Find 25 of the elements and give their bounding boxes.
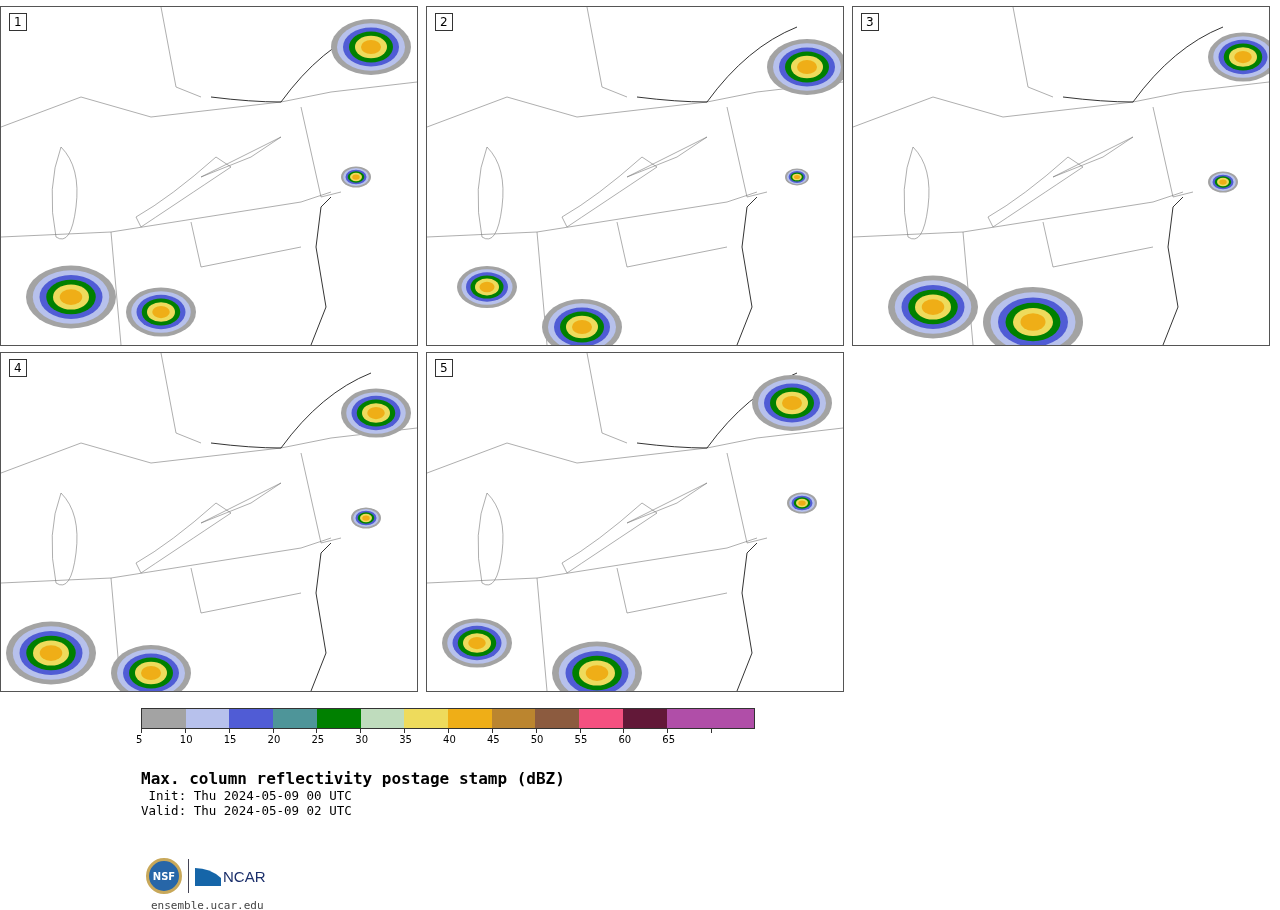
panel-number: 3 — [861, 13, 879, 31]
tick-label: 50 — [530, 734, 544, 745]
chart-title: Max. column reflectivity postage stamp (dBZ) — [141, 769, 566, 788]
panel-number: 1 — [9, 13, 27, 31]
swoosh-icon — [195, 866, 221, 886]
tick-label: 15 — [223, 734, 237, 745]
tick-label: 30 — [355, 734, 369, 745]
logo-wordmark: NCAR — [223, 867, 266, 885]
tick-label: 55 — [574, 734, 588, 745]
tick-label: 5 — [136, 734, 143, 745]
tick-label: 25 — [311, 734, 325, 745]
init-time: Init: Thu 2024-05-09 00 UTC — [147, 788, 353, 803]
tick-label: 45 — [486, 734, 500, 745]
tick-label: 20 — [267, 734, 281, 745]
seal-logo: NSF — [146, 858, 182, 894]
panel-number: 5 — [435, 359, 453, 377]
tick-label: 65 — [662, 734, 676, 745]
tick-label: 40 — [443, 734, 456, 745]
tick-label: 60 — [618, 734, 632, 745]
tick-label: 35 — [399, 734, 412, 745]
tick-label: 10 — [179, 734, 193, 745]
panel-number: 4 — [9, 359, 27, 377]
panel-number: 2 — [435, 13, 453, 31]
valid-time: Valid: Thu 2024-05-09 02 UTC — [141, 803, 353, 818]
website-link[interactable]: ensemble.ucar.edu — [151, 899, 264, 910]
